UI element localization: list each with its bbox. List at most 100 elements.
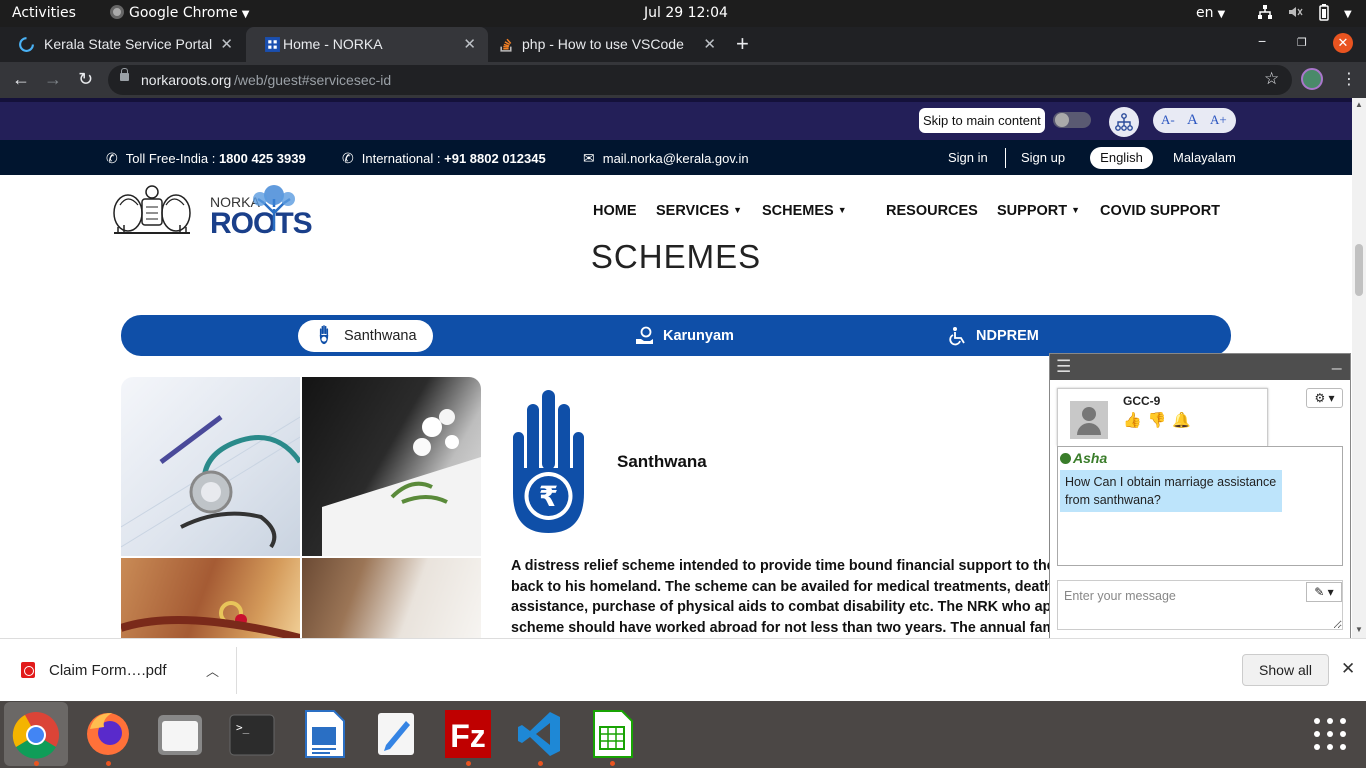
close-icon[interactable]: ✕: [220, 35, 233, 53]
app-menu[interactable]: Google Chrome ▼: [110, 5, 249, 21]
bell-icon[interactable]: 🔔: [1172, 412, 1191, 429]
clock[interactable]: Jul 29 12:04: [644, 5, 728, 21]
divider: [236, 647, 237, 694]
dock-firefox[interactable]: [84, 709, 132, 766]
hamburger-menu-icon[interactable]: ☰: [1056, 357, 1071, 377]
tollfree-label: Toll Free-India :: [125, 151, 219, 166]
address-bar[interactable]: norkaroots.org /web/guest#servicesec-id …: [108, 65, 1292, 95]
font-normal-button[interactable]: A: [1187, 112, 1198, 129]
skip-to-main-button[interactable]: Skip to main content: [919, 108, 1045, 133]
dock-terminal[interactable]: >_: [228, 709, 276, 759]
system-menu-chevron-icon[interactable]: ▼: [1340, 5, 1352, 21]
dock-vscode[interactable]: [516, 709, 564, 766]
download-item-name[interactable]: Claim Form….pdf: [49, 662, 167, 679]
chat-message-input[interactable]: [1057, 580, 1343, 630]
chat-settings-button[interactable]: ⚙ ▾: [1306, 388, 1343, 408]
minimize-icon[interactable]: −: [1258, 33, 1266, 49]
input-language[interactable]: en ▼: [1196, 5, 1225, 21]
vscode-icon: [518, 712, 560, 756]
message-sender: Asha: [1060, 450, 1107, 466]
network-icon[interactable]: [1257, 4, 1273, 24]
chat-transcript[interactable]: Asha How Can I obtain marriage assistanc…: [1057, 446, 1343, 566]
language-english-button[interactable]: English: [1090, 147, 1153, 169]
sign-in-link[interactable]: Sign in: [948, 150, 988, 165]
document-icon: [305, 710, 345, 758]
pen-options-button[interactable]: ✎ ▾: [1306, 582, 1342, 602]
kerala-emblem-logo[interactable]: [110, 181, 194, 239]
tab-kerala-portal[interactable]: Kerala State Service Portal ✕: [0, 27, 245, 62]
email-info[interactable]: ✉ mail.norka@kerala.gov.in: [583, 150, 749, 167]
battery-icon[interactable]: [1316, 4, 1332, 26]
dock-files[interactable]: [156, 709, 204, 759]
chevron-up-icon[interactable]: ︿: [206, 661, 219, 680]
sitemap-icon[interactable]: [1109, 107, 1139, 137]
nav-support[interactable]: SUPPORT ▼: [997, 203, 1080, 219]
page-scrollbar[interactable]: ▲ ▼: [1352, 98, 1366, 638]
santhwana-hand-icon: [319, 325, 329, 345]
thumbs-up-icon[interactable]: 👍: [1123, 412, 1142, 429]
dock-calc[interactable]: [588, 709, 636, 766]
tollfree-number[interactable]: 1800 425 3939: [219, 151, 306, 166]
close-icon[interactable]: ✕: [1341, 659, 1355, 679]
language-malayalam-button[interactable]: Malayalam: [1173, 150, 1236, 165]
running-indicator: [106, 761, 111, 766]
forward-arrow-icon[interactable]: →: [44, 69, 62, 90]
nav-home[interactable]: HOME: [593, 203, 637, 219]
close-icon[interactable]: ✕: [703, 35, 716, 53]
lock-icon[interactable]: [120, 68, 129, 81]
show-all-button[interactable]: Show all: [1242, 654, 1329, 686]
norka-roots-logo[interactable]: NORKA ROOTS: [210, 183, 313, 240]
contact-bar: ✆ Toll Free-India : 1800 425 3939 ✆ Intern…: [0, 140, 1352, 175]
back-arrow-icon[interactable]: ←: [12, 69, 30, 90]
download-shelf: Claim Form….pdf ︿ Show all ✕: [0, 638, 1366, 701]
nav-schemes[interactable]: SCHEMES ▼: [762, 203, 847, 219]
chrome-icon: [110, 5, 124, 19]
chevron-down-icon: ▼: [1217, 9, 1226, 20]
dock-writer[interactable]: [300, 709, 348, 759]
dock-chrome[interactable]: [4, 702, 68, 766]
caret-down-icon: ▼: [837, 205, 847, 215]
scheme-heading: Santhwana: [617, 452, 707, 471]
thumbs-down-icon[interactable]: 👎: [1148, 412, 1167, 429]
scheme-tab-santhwana[interactable]: Santhwana: [298, 320, 433, 352]
contrast-toggle[interactable]: [1053, 112, 1091, 128]
font-increase-button[interactable]: A+: [1210, 112, 1227, 128]
dock-filezilla[interactable]: Fz: [444, 709, 492, 766]
bookmark-star-icon[interactable]: ☆: [1264, 69, 1279, 89]
rings-icon: [121, 601, 300, 638]
font-decrease-button[interactable]: A-: [1161, 112, 1175, 128]
show-applications-icon[interactable]: [1314, 718, 1346, 750]
maximize-icon[interactable]: ❐: [1297, 36, 1307, 49]
reload-icon[interactable]: ↻: [78, 69, 93, 90]
profile-avatar[interactable]: [1301, 68, 1323, 90]
scrollbar-thumb[interactable]: [1355, 244, 1363, 296]
window-close-button[interactable]: ✕: [1333, 33, 1353, 53]
scheme-tab-ndprem[interactable]: NDPREM: [948, 320, 1039, 352]
activities-button[interactable]: Activities: [12, 5, 76, 21]
phone-icon: ✆: [106, 150, 118, 166]
international-number[interactable]: +91 8802 012345: [444, 151, 546, 166]
tab-stackoverflow[interactable]: php - How to use VSCode ✕: [488, 27, 728, 62]
stethoscope-photo: [121, 377, 300, 556]
tab-home-norka[interactable]: Home - NORKA ✕: [246, 27, 488, 62]
new-tab-button[interactable]: +: [736, 31, 749, 57]
url-host: norkaroots.org: [141, 72, 232, 88]
volume-icon[interactable]: [1287, 4, 1303, 24]
nav-services[interactable]: SERVICES ▼: [656, 203, 742, 219]
chevron-down-icon: ▼: [241, 9, 250, 20]
close-icon[interactable]: ✕: [463, 35, 476, 53]
scheme-tab-karunyam[interactable]: Karunyam: [635, 320, 734, 352]
tab-title: Home - NORKA: [283, 36, 383, 52]
dock-text-editor[interactable]: [372, 709, 420, 759]
international-label: International :: [361, 151, 445, 166]
nav-resources[interactable]: RESOURCES: [886, 203, 978, 219]
scroll-down-icon[interactable]: ▼: [1355, 625, 1363, 634]
tab-strip: Kerala State Service Portal ✕ Home - NOR…: [0, 27, 1366, 78]
sign-up-link[interactable]: Sign up: [1021, 150, 1065, 165]
minimize-icon[interactable]: _: [1332, 351, 1341, 371]
nav-services-label: SERVICES: [656, 203, 730, 219]
scroll-up-icon[interactable]: ▲: [1355, 100, 1363, 109]
nav-covid-support[interactable]: COVID SUPPORT: [1100, 203, 1220, 219]
chrome-menu-icon[interactable]: ⋮: [1341, 69, 1357, 89]
running-indicator: [610, 761, 615, 766]
